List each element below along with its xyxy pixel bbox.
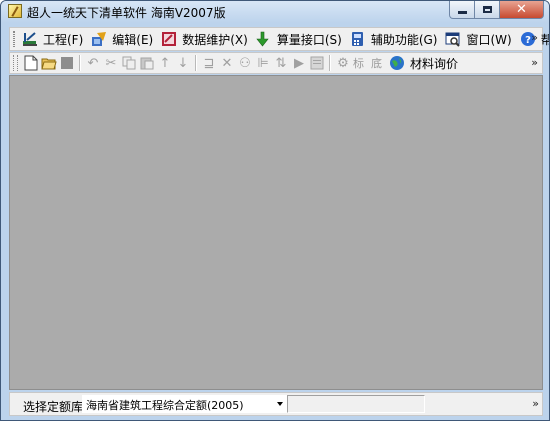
open-file-button[interactable] <box>40 54 58 72</box>
statusbar-overflow-button[interactable]: » <box>532 397 539 410</box>
close-button[interactable]: ✕ <box>500 1 544 19</box>
title-bar[interactable]: 超人一统天下清单软件 海南V2007版 ✕ <box>1 1 549 23</box>
globe-icon <box>390 56 404 70</box>
sort-button[interactable]: ⇅ <box>272 54 290 72</box>
menu-bar: 工程(F) 编辑(E) 数据维护(X) 算量接口(S) 辅助功能(G) 窗口(W… <box>9 27 549 51</box>
quota-library-value: 海南省建筑工程综合定额(2005) <box>86 399 244 412</box>
menu-window-label: 窗口(W) <box>466 32 512 47</box>
move-up-button[interactable]: ↑ <box>156 54 174 72</box>
save-icon <box>61 57 73 69</box>
tree-icon: ⊫ <box>257 55 269 71</box>
toolbar: ↶ ✂ ↑ ↓ ⊒ ✕ ⚇ ⊫ ⇅ ▶ ⚙ 标 底 材料询价 » <box>9 52 543 74</box>
run-button[interactable]: ▶ <box>290 54 308 72</box>
report-icon <box>310 56 324 70</box>
new-file-button[interactable] <box>22 54 40 72</box>
menu-quantity-interface-label: 算量接口(S) <box>276 32 342 47</box>
tree-button[interactable]: ⊫ <box>254 54 272 72</box>
delete-icon: ✕ <box>221 55 233 71</box>
menu-window[interactable]: 窗口(W) <box>442 29 516 49</box>
move-down-button[interactable]: ↓ <box>174 54 192 72</box>
menu-auxiliary[interactable]: 辅助功能(G) <box>347 29 443 49</box>
quota-library-select[interactable]: 海南省建筑工程综合定额(2005) <box>82 395 287 413</box>
toolbar-separator <box>329 55 331 71</box>
minimize-icon <box>457 11 467 14</box>
menu-data-maintenance[interactable]: 数据维护(X) <box>158 29 253 49</box>
delete-button[interactable]: ✕ <box>218 54 236 72</box>
menu-project-label: 工程(F) <box>43 32 84 47</box>
status-bar: 选择定额库 海南省建筑工程综合定额(2005) » <box>9 392 543 416</box>
menu-edit-label: 编辑(E) <box>112 32 154 47</box>
toolbar-text-di[interactable]: 底 <box>371 55 382 71</box>
undo-icon: ↶ <box>87 55 99 71</box>
undo-button[interactable]: ↶ <box>84 54 102 72</box>
insert-row-icon: ⊒ <box>203 55 215 71</box>
copy-button[interactable] <box>120 54 138 72</box>
toolbar-overflow-button[interactable]: » <box>531 56 538 69</box>
window-icon <box>445 31 461 47</box>
save-button[interactable] <box>58 54 76 72</box>
menu-auxiliary-label: 辅助功能(G) <box>370 32 438 47</box>
insert-button[interactable]: ⊒ <box>200 54 218 72</box>
status-panel-secondary <box>430 395 528 413</box>
report-button[interactable] <box>308 54 326 72</box>
mark-button[interactable]: ⚙ <box>334 54 352 72</box>
paste-button[interactable] <box>138 54 156 72</box>
app-window: 超人一统天下清单软件 海南V2007版 ✕ 工程(F) 编辑(E) 数据维护(X… <box>0 0 550 421</box>
window-title: 超人一统天下清单软件 海南V2007版 <box>27 6 226 20</box>
open-folder-icon <box>41 58 57 70</box>
paste-icon <box>140 57 154 70</box>
mark-icon: ⚙ <box>337 55 349 71</box>
quota-library-label: 选择定额库 <box>23 400 84 414</box>
toolbar-separator <box>79 55 81 71</box>
material-price-button[interactable] <box>388 54 406 72</box>
caption-buttons: ✕ <box>449 1 544 19</box>
app-logo-icon[interactable] <box>8 4 22 18</box>
svg-text:?: ? <box>525 35 531 46</box>
sort-icon: ⇅ <box>275 55 287 71</box>
minimize-button[interactable] <box>449 1 475 19</box>
material-price-label[interactable]: 材料询价 <box>410 55 458 72</box>
status-panel <box>287 395 425 413</box>
dropdown-arrow-icon[interactable] <box>277 402 283 406</box>
arrow-down-icon: ↓ <box>177 55 189 71</box>
toolbar-grip[interactable] <box>13 55 18 71</box>
menu-data-maintenance-label: 数据维护(X) <box>182 32 248 47</box>
play-icon: ▶ <box>294 55 304 71</box>
new-file-icon <box>24 55 38 71</box>
edit-icon <box>91 31 107 47</box>
arrow-up-icon: ↑ <box>159 55 171 71</box>
find-button[interactable]: ⚇ <box>236 54 254 72</box>
menu-edit[interactable]: 编辑(E) <box>88 29 158 49</box>
toolbar-separator <box>195 55 197 71</box>
copy-icon <box>122 56 136 70</box>
toolbar-text-biao[interactable]: 标 <box>353 55 364 71</box>
maximize-icon <box>482 6 492 13</box>
maximize-button[interactable] <box>475 1 500 19</box>
cut-button[interactable]: ✂ <box>102 54 120 72</box>
menu-quantity-interface[interactable]: 算量接口(S) <box>253 29 347 49</box>
quantity-interface-icon <box>256 31 272 47</box>
project-icon <box>22 31 38 47</box>
menubar-overflow-button[interactable]: » <box>531 31 538 44</box>
close-icon: ✕ <box>516 2 527 17</box>
binoculars-icon: ⚇ <box>239 55 251 71</box>
menubar-grip[interactable] <box>13 31 15 47</box>
data-maintenance-icon <box>161 31 177 47</box>
cut-icon: ✂ <box>105 55 117 71</box>
menu-project[interactable]: 工程(F) <box>19 29 88 49</box>
auxiliary-icon <box>350 31 366 47</box>
mdi-workspace[interactable] <box>9 75 543 390</box>
menu-help-label: 帮助(H) <box>541 31 549 48</box>
